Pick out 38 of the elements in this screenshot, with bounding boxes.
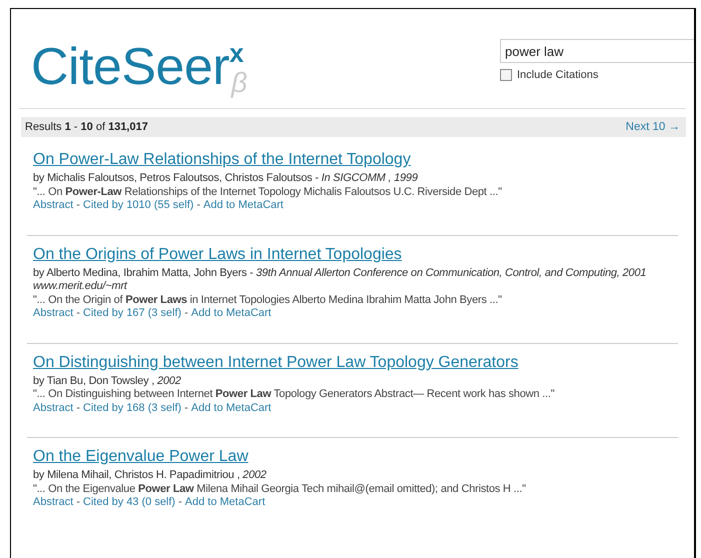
result-url: www.merit.edu/~mrt — [33, 280, 128, 294]
result-link[interactable]: Cited by 1010 (55 self) — [83, 199, 194, 212]
result-authors: by Michalis Faloutsos, Petros Faloutsos, Christos Faloutsos - In SIGCOMM , 1999 — [33, 172, 419, 186]
link-separator: - — [178, 496, 182, 510]
include-citations-label: Include Citations — [517, 69, 598, 81]
result-snippet: "... On Distinguishing between Internet Power Law Topology Generators Abstract— Recent work has shown ..." — [33, 388, 556, 402]
link-separator: - — [76, 496, 80, 510]
result-authors: by Tian Bu, Don Towsley , 2002 — [33, 374, 182, 388]
search-field[interactable]: power law — [500, 39, 694, 63]
result-link[interactable]: Abstract — [33, 496, 74, 510]
link-separator: - — [184, 402, 188, 415]
result-snippet: "... On the Eigenvalue Power Law Milena Mihail Georgia Tech mihail@(email omitted); and Christos H ..." — [33, 482, 527, 496]
result-snippet: "... On the Origin of Power Laws in Internet Topologies Alberto Medina Ibrahim Matta John Byers ..." — [33, 294, 503, 307]
next-page-link[interactable]: Next 10 → — [626, 121, 680, 133]
link-separator: - — [184, 307, 188, 320]
result-authors: by Alberto Medina, Ibrahim Matta, John Byers - 39th Annual Allerton Conference on Communication, Control, and Computing, 2001 — [33, 266, 648, 280]
link-separator: - — [76, 199, 80, 212]
result-title-link[interactable]: On the Origins of Power Laws in Internet Topologies — [33, 246, 402, 264]
result-link[interactable]: Abstract — [33, 307, 74, 320]
result-link[interactable]: Cited by 43 (0 self) — [83, 496, 176, 510]
link-separator: - — [76, 307, 80, 320]
result-link[interactable]: Add to MetaCart — [191, 307, 272, 320]
result-title-link[interactable]: On Distinguishing between Internet Power Law Topology Generators — [33, 354, 518, 372]
include-citations-checkbox[interactable] — [500, 69, 512, 81]
result-link[interactable]: Abstract — [33, 402, 74, 415]
results-count: Results 1 - 10 of 131,017 — [25, 121, 148, 133]
link-separator: - — [196, 199, 200, 212]
result-link[interactable]: Add to MetaCart — [185, 496, 266, 510]
result-title-link[interactable]: On the Eigenvalue Power Law — [33, 448, 248, 466]
result-authors: by Milena Mihail, Christos H. Papadimitriou , 2002 — [33, 469, 268, 482]
link-separator: - — [76, 402, 80, 415]
result-link[interactable]: Add to MetaCart — [191, 402, 272, 415]
result-snippet: "... On Power-Law Relationships of the Internet Topology Michalis Faloutsos U.C. Riverside Dept ..." — [33, 186, 503, 199]
result-link[interactable]: Cited by 167 (3 self) — [83, 307, 182, 320]
result-link[interactable]: Add to MetaCart — [203, 199, 284, 212]
result-link[interactable]: Abstract — [33, 199, 74, 212]
result-title-link[interactable]: On Power-Law Relationships of the Internet Topology — [33, 151, 411, 169]
result-link[interactable]: Cited by 168 (3 self) — [83, 402, 182, 415]
